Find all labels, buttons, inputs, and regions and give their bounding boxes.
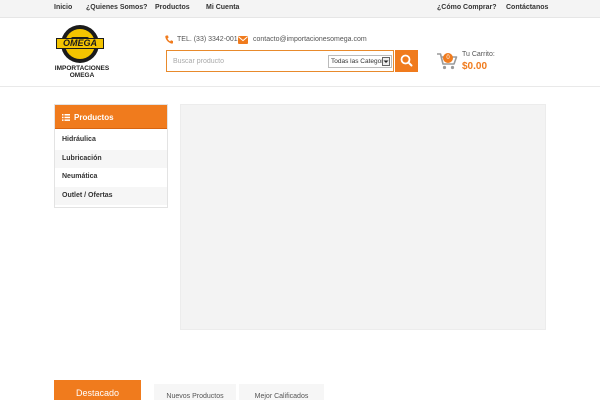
sidebar-item-label: Outlet / Ofertas xyxy=(62,192,113,199)
sidebar-item-hidraulica[interactable]: Hidráulica xyxy=(55,131,167,149)
envelope-icon xyxy=(238,36,248,44)
search-icon xyxy=(400,54,413,67)
chevron-down-icon xyxy=(382,57,390,66)
sidebar-item-neumatica[interactable]: Neumática xyxy=(55,168,167,186)
tab-mejor-calificados[interactable]: Mejor Calificados xyxy=(239,384,324,400)
logo-wordmark: OMEGA xyxy=(56,38,104,49)
list-icon xyxy=(62,114,70,121)
nav-link-quienes-somos[interactable]: ¿Quienes Somos? xyxy=(86,4,147,11)
sidebar-item-lubricacion[interactable]: Lubricación xyxy=(55,150,167,168)
phone-icon xyxy=(165,35,173,44)
search-bar: Todas las Categor xyxy=(166,50,394,72)
category-select-value: Todas las Categor xyxy=(331,58,384,65)
contact-phone: TEL. (33) 3342-0018 xyxy=(177,36,242,43)
nav-link-inicio[interactable]: Inicio xyxy=(54,4,72,11)
search-input[interactable] xyxy=(167,51,325,71)
header-divider xyxy=(0,86,600,87)
site-logo[interactable]: OMEGA IMPORTACIONES OMEGA xyxy=(54,25,110,83)
nav-link-como-comprar[interactable]: ¿Cómo Comprar? xyxy=(437,4,497,11)
sidebar-item-label: Hidráulica xyxy=(62,136,96,143)
tab-destacado[interactable]: Destacado xyxy=(54,380,141,400)
sidebar-title: Productos xyxy=(74,113,114,122)
nav-link-mi-cuenta[interactable]: Mi Cuenta xyxy=(206,4,239,11)
contact-email[interactable]: contacto@importacionesomega.com xyxy=(253,36,367,43)
cart-label: Tu Carrito: xyxy=(462,51,495,58)
logo-subtitle: IMPORTACIONES OMEGA xyxy=(54,65,110,79)
sidebar-item-label: Neumática xyxy=(62,173,98,180)
category-sidebar: Productos Hidráulica Lubricación Neumáti… xyxy=(54,104,168,208)
tab-nuevos-productos[interactable]: Nuevos Productos xyxy=(154,384,236,400)
sidebar-header: Productos xyxy=(55,105,167,129)
nav-link-productos[interactable]: Productos xyxy=(155,4,190,11)
sidebar-item-label: Lubricación xyxy=(62,155,102,162)
cart-count-badge: 0 xyxy=(443,53,453,63)
nav-link-contactanos[interactable]: Contáctanos xyxy=(506,4,548,11)
top-navbar: Inicio ¿Quienes Somos? Productos Mi Cuen… xyxy=(0,0,600,18)
sidebar-item-outlet-ofertas[interactable]: Outlet / Ofertas xyxy=(55,187,167,205)
cart-total[interactable]: $0.00 xyxy=(462,61,487,72)
search-button[interactable] xyxy=(395,50,418,72)
category-select[interactable]: Todas las Categor xyxy=(328,55,392,68)
main-banner xyxy=(180,104,546,330)
